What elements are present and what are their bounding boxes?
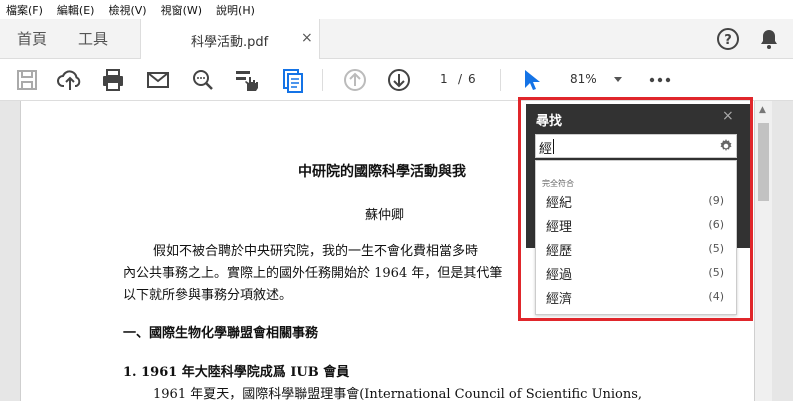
paragraph-line: 內公共事務之上。實際上的國外任務開始於 1964 年，但是其代筆 [123,266,503,281]
svg-text:?: ? [724,33,732,48]
previous-page-icon[interactable] [342,67,368,93]
page-separator: / [458,72,463,86]
print-icon[interactable] [100,67,126,93]
vertical-scrollbar[interactable]: ▲ [755,101,772,401]
paragraph-line: 1961 年夏天，國際科學聯盟理事會(International Council… [153,387,643,401]
bell-icon[interactable] [757,27,781,51]
close-tab-icon[interactable]: × [301,30,313,46]
tab-tools[interactable]: 工具 [78,19,108,59]
pages-icon[interactable] [279,67,305,93]
cloud-upload-icon[interactable] [57,67,83,93]
zoom-search-icon[interactable] [190,67,216,93]
page-total: 6 [468,72,476,86]
mail-icon[interactable] [145,67,171,93]
zoom-level[interactable]: 81% [570,72,597,86]
more-icon[interactable] [648,73,672,87]
highlight-frame [518,97,753,321]
toolbar-divider [500,69,501,91]
menu-edit[interactable]: 編輯(E) [57,2,95,18]
right-panel-strip [772,101,793,401]
page-number-input[interactable]: 1 [440,72,448,86]
toolbar-divider [322,69,323,91]
help-icon[interactable]: ? [716,27,740,51]
document-title: 中研院的國際科學活動與我 [298,164,466,180]
zoom-dropdown-icon[interactable] [613,76,623,84]
paragraph-line: 以下就所參與事務分項敘述。 [123,288,293,303]
tab-document[interactable]: 科學活動.pdf × [140,19,320,59]
scrollbar-thumb[interactable] [758,123,769,201]
save-icon[interactable] [14,67,40,93]
toolbar: 1 / 6 81% [0,59,793,101]
document-tab-title: 科學活動.pdf [191,35,269,50]
menu-file[interactable]: 檔案(F) [6,2,43,18]
section-heading: 一、國際生物化學聯盟會相關事務 [123,326,319,341]
next-page-icon[interactable] [386,67,412,93]
tab-home[interactable]: 首頁 [17,19,47,59]
subsection-heading: 1. 1961 年大陸科學院成爲 IUB 會員 [123,365,350,380]
paragraph-line: 假如不被合聘於中央研究院，我的一生不會化費相當多時 [153,244,479,259]
scroll-up-icon[interactable]: ▲ [759,105,766,115]
menu-help[interactable]: 說明(H) [216,2,255,18]
menu-bar: 檔案(F) 編輯(E) 檢視(V) 視窗(W) 說明(H) [0,0,793,19]
document-author: 蘇仲卿 [365,208,405,223]
select-cursor-icon[interactable] [517,67,543,93]
hand-tool-icon[interactable] [234,67,260,93]
menu-view[interactable]: 檢視(V) [108,2,146,18]
menu-window[interactable]: 視窗(W) [161,2,202,18]
tab-bar: 首頁 工具 科學活動.pdf × ? [0,19,793,59]
